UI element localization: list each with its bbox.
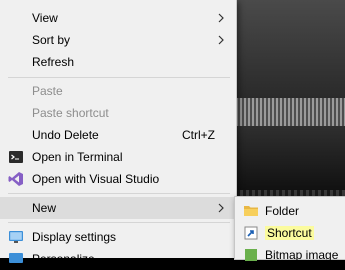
menu-item-label: View <box>32 11 58 25</box>
menu-separator <box>8 193 230 194</box>
menu-item-label: Open in Terminal <box>32 150 123 164</box>
menu-item-display-settings[interactable]: Display settings <box>0 226 236 248</box>
menu-separator <box>8 222 230 223</box>
chevron-right-icon <box>218 35 224 45</box>
desktop-wallpaper-region <box>236 0 345 98</box>
menu-item-open-in-terminal[interactable]: Open in Terminal <box>0 146 236 168</box>
menu-item-label: Refresh <box>32 55 75 69</box>
menu-item-label: Folder <box>265 204 300 218</box>
menu-item-sort-by[interactable]: Sort by <box>0 29 236 51</box>
submenu-item-shortcut[interactable]: Shortcut <box>235 222 345 244</box>
visual-studio-icon <box>8 172 23 186</box>
menu-item-refresh[interactable]: Refresh <box>0 51 236 73</box>
menu-item-label: Paste <box>32 84 63 98</box>
menu-item-open-with-visual-studio[interactable]: Open with Visual Studio <box>0 168 236 190</box>
folder-icon <box>244 206 258 216</box>
menu-item-label: Bitmap image <box>265 248 339 262</box>
menu-item-shortcut: Ctrl+Z <box>182 128 215 142</box>
menu-item-personalize[interactable]: Personalize <box>0 248 236 270</box>
personalize-icon <box>9 253 23 263</box>
new-submenu: Folder Shortcut Bitmap image <box>234 196 345 262</box>
chevron-right-icon <box>218 203 224 213</box>
menu-item-paste-shortcut[interactable]: Paste shortcut <box>0 102 236 124</box>
menu-item-new[interactable]: New <box>0 197 236 219</box>
menu-item-label: Display settings <box>32 230 117 244</box>
menu-item-label: Open with Visual Studio <box>32 172 160 186</box>
menu-item-paste[interactable]: Paste <box>0 80 236 102</box>
menu-item-label: New <box>32 201 57 215</box>
menu-item-label: Paste shortcut <box>32 106 109 120</box>
chevron-right-icon <box>218 13 224 23</box>
context-menu: View Sort by Refresh Paste Paste shortcu… <box>0 0 237 266</box>
shortcut-icon <box>244 226 258 240</box>
menu-item-view[interactable]: View <box>0 7 236 29</box>
menu-item-undo-delete[interactable]: Undo Delete Ctrl+Z <box>0 124 236 146</box>
desktop-wallpaper-region <box>236 98 345 126</box>
menu-item-label: Sort by <box>32 33 71 47</box>
submenu-item-bitmap-image[interactable]: Bitmap image <box>235 244 345 266</box>
terminal-icon <box>9 151 23 163</box>
display-icon <box>9 231 23 243</box>
menu-item-label: Shortcut <box>265 226 314 240</box>
desktop-wallpaper-region <box>236 126 345 190</box>
menu-item-label: Undo Delete <box>32 128 99 142</box>
bitmap-icon <box>245 249 257 261</box>
menu-separator <box>8 77 230 78</box>
submenu-item-folder[interactable]: Folder <box>235 200 345 222</box>
menu-item-label: Personalize <box>32 252 95 266</box>
menu-item-label-wrapper: Shortcut <box>265 222 314 244</box>
